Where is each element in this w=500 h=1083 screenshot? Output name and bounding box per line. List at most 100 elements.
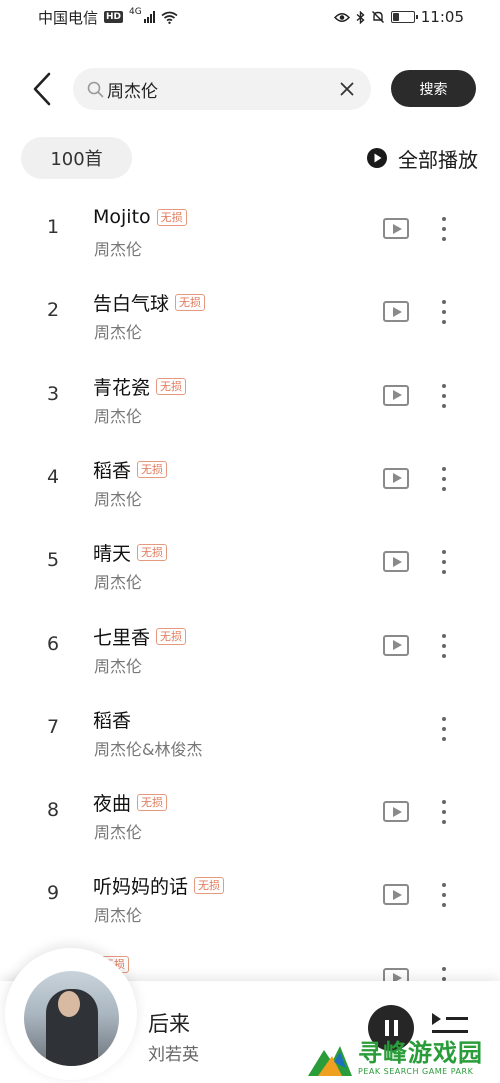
song-index: 8 (46, 799, 60, 822)
more-vertical-icon[interactable] (434, 464, 454, 494)
mv-play-icon[interactable] (383, 884, 409, 906)
song-row[interactable]: 2 告白气球 无损 周杰伦 (0, 271, 500, 354)
more-vertical-icon[interactable] (434, 297, 454, 327)
song-artist: 周杰伦 (94, 406, 143, 426)
song-row[interactable]: 5 晴天 无损 周杰伦 (0, 521, 500, 604)
song-title: 稻香 (93, 459, 132, 482)
song-row[interactable]: 6 七里香 无损 周杰伦 (0, 605, 500, 688)
more-vertical-icon[interactable] (434, 214, 454, 244)
now-playing-artist: 刘若英 (148, 1045, 199, 1065)
eye-icon (333, 12, 350, 22)
song-row[interactable]: 3 青花瓷 无损 周杰伦 (0, 355, 500, 438)
song-title-line: 告白气球 无损 (93, 289, 206, 316)
song-row[interactable]: 1 Mojito 无损 周杰伦 (0, 188, 500, 271)
play-all-button[interactable]: 全部播放 (366, 141, 478, 175)
now-playing-title: 后来 (148, 1012, 190, 1036)
watermark: 寻峰游戏园 PEAK SEARCH GAME PARK (306, 1032, 500, 1083)
battery-icon (390, 11, 418, 23)
hd-badge: HD (104, 11, 124, 23)
lossless-badge: 无损 (137, 544, 168, 562)
song-artist: 周杰伦 (94, 823, 143, 843)
song-title-line: 稻香 无损 (93, 456, 168, 483)
song-index: 9 (46, 882, 60, 905)
song-title: 听妈妈的话 (93, 876, 189, 899)
watermark-subtitle: PEAK SEARCH GAME PARK (358, 1066, 474, 1076)
song-title: 夜曲 (93, 793, 132, 816)
search-header: 搜索 (0, 66, 500, 112)
carrier-label: 中国电信 (38, 8, 99, 27)
search-input[interactable] (105, 79, 337, 99)
song-index: 1 (46, 216, 60, 238)
chevron-left-icon (33, 72, 51, 106)
mv-play-icon[interactable] (383, 634, 409, 656)
mv-play-icon[interactable] (383, 301, 409, 323)
lossless-badge: 无损 (156, 627, 187, 645)
status-left: 中国电信 HD 4G (38, 7, 178, 28)
song-row[interactable]: 7 稻香 周杰伦&林俊杰 (0, 688, 500, 771)
lossless-badge: 无损 (137, 794, 168, 812)
more-vertical-icon[interactable] (434, 381, 454, 411)
signal-icon (143, 11, 155, 23)
song-title-line: 听妈妈的话 无损 (93, 872, 225, 899)
song-index: 5 (46, 549, 60, 572)
search-box[interactable] (73, 68, 371, 110)
more-vertical-icon[interactable] (434, 547, 454, 577)
song-title-line: 稻香 (93, 706, 131, 733)
song-title: 稻香 (93, 709, 132, 732)
song-row[interactable]: 8 夜曲 无损 周杰伦 (0, 771, 500, 854)
song-count-pill[interactable]: 100首 (21, 137, 132, 179)
more-vertical-icon[interactable] (434, 714, 454, 744)
back-button[interactable] (26, 70, 58, 108)
clear-icon[interactable] (337, 79, 357, 99)
song-index: 3 (46, 382, 60, 405)
lossless-badge: 无损 (156, 377, 187, 395)
network-label: 4G (129, 7, 142, 17)
search-icon (87, 80, 105, 98)
mv-play-icon[interactable] (383, 467, 409, 489)
search-button[interactable]: 搜索 (391, 70, 476, 107)
song-row[interactable]: 4 稻香 无损 周杰伦 (0, 438, 500, 521)
song-title-line: Mojito 无损 (93, 206, 187, 228)
status-bar: 中国电信 HD 4G 11:05 (0, 0, 500, 34)
lossless-badge: 无损 (156, 208, 187, 226)
song-title-line: 青花瓷 无损 (93, 373, 187, 400)
song-artist: 周杰伦 (94, 906, 143, 926)
mute-bell-icon (371, 11, 384, 23)
song-title: 告白气球 (93, 293, 170, 316)
song-row[interactable]: 9 听妈妈的话 无损 周杰伦 (0, 854, 500, 937)
song-index: 7 (46, 715, 60, 738)
play-all-label: 全部播放 (398, 147, 478, 172)
song-artist: 周杰伦 (94, 489, 143, 509)
song-index: 2 (46, 299, 60, 322)
clock: 11:05 (420, 8, 464, 26)
wifi-icon (161, 11, 178, 24)
mv-play-icon[interactable] (383, 384, 409, 406)
mv-play-icon[interactable] (383, 218, 409, 239)
song-title: 晴天 (93, 543, 132, 566)
song-title-line: 七里香 无损 (93, 623, 187, 650)
mv-play-icon[interactable] (383, 801, 409, 823)
song-artist: 周杰伦 (94, 573, 143, 593)
status-right: 11:05 (333, 8, 464, 26)
lossless-badge: 无损 (194, 877, 225, 895)
song-title: 青花瓷 (93, 376, 151, 399)
more-vertical-icon[interactable] (434, 631, 454, 661)
play-circle-icon (367, 148, 387, 168)
song-artist: 周杰伦 (94, 323, 143, 343)
lossless-badge: 无损 (175, 294, 206, 312)
song-title-line: 晴天 无损 (93, 539, 168, 566)
song-artist: 周杰伦&林俊杰 (94, 739, 203, 759)
song-artist: 周杰伦 (94, 240, 143, 259)
watermark-logo-icon (306, 1038, 354, 1078)
mv-play-icon[interactable] (383, 551, 409, 573)
song-title-line: 夜曲 无损 (93, 789, 168, 816)
album-art[interactable] (24, 971, 119, 1066)
more-vertical-icon[interactable] (434, 880, 454, 910)
bluetooth-icon (356, 10, 365, 24)
lossless-badge: 无损 (137, 460, 168, 478)
song-title: 七里香 (93, 626, 151, 649)
song-index: 6 (46, 632, 60, 655)
song-title: Mojito (93, 206, 151, 228)
more-vertical-icon[interactable] (434, 797, 454, 827)
song-artist: 周杰伦 (94, 656, 143, 676)
